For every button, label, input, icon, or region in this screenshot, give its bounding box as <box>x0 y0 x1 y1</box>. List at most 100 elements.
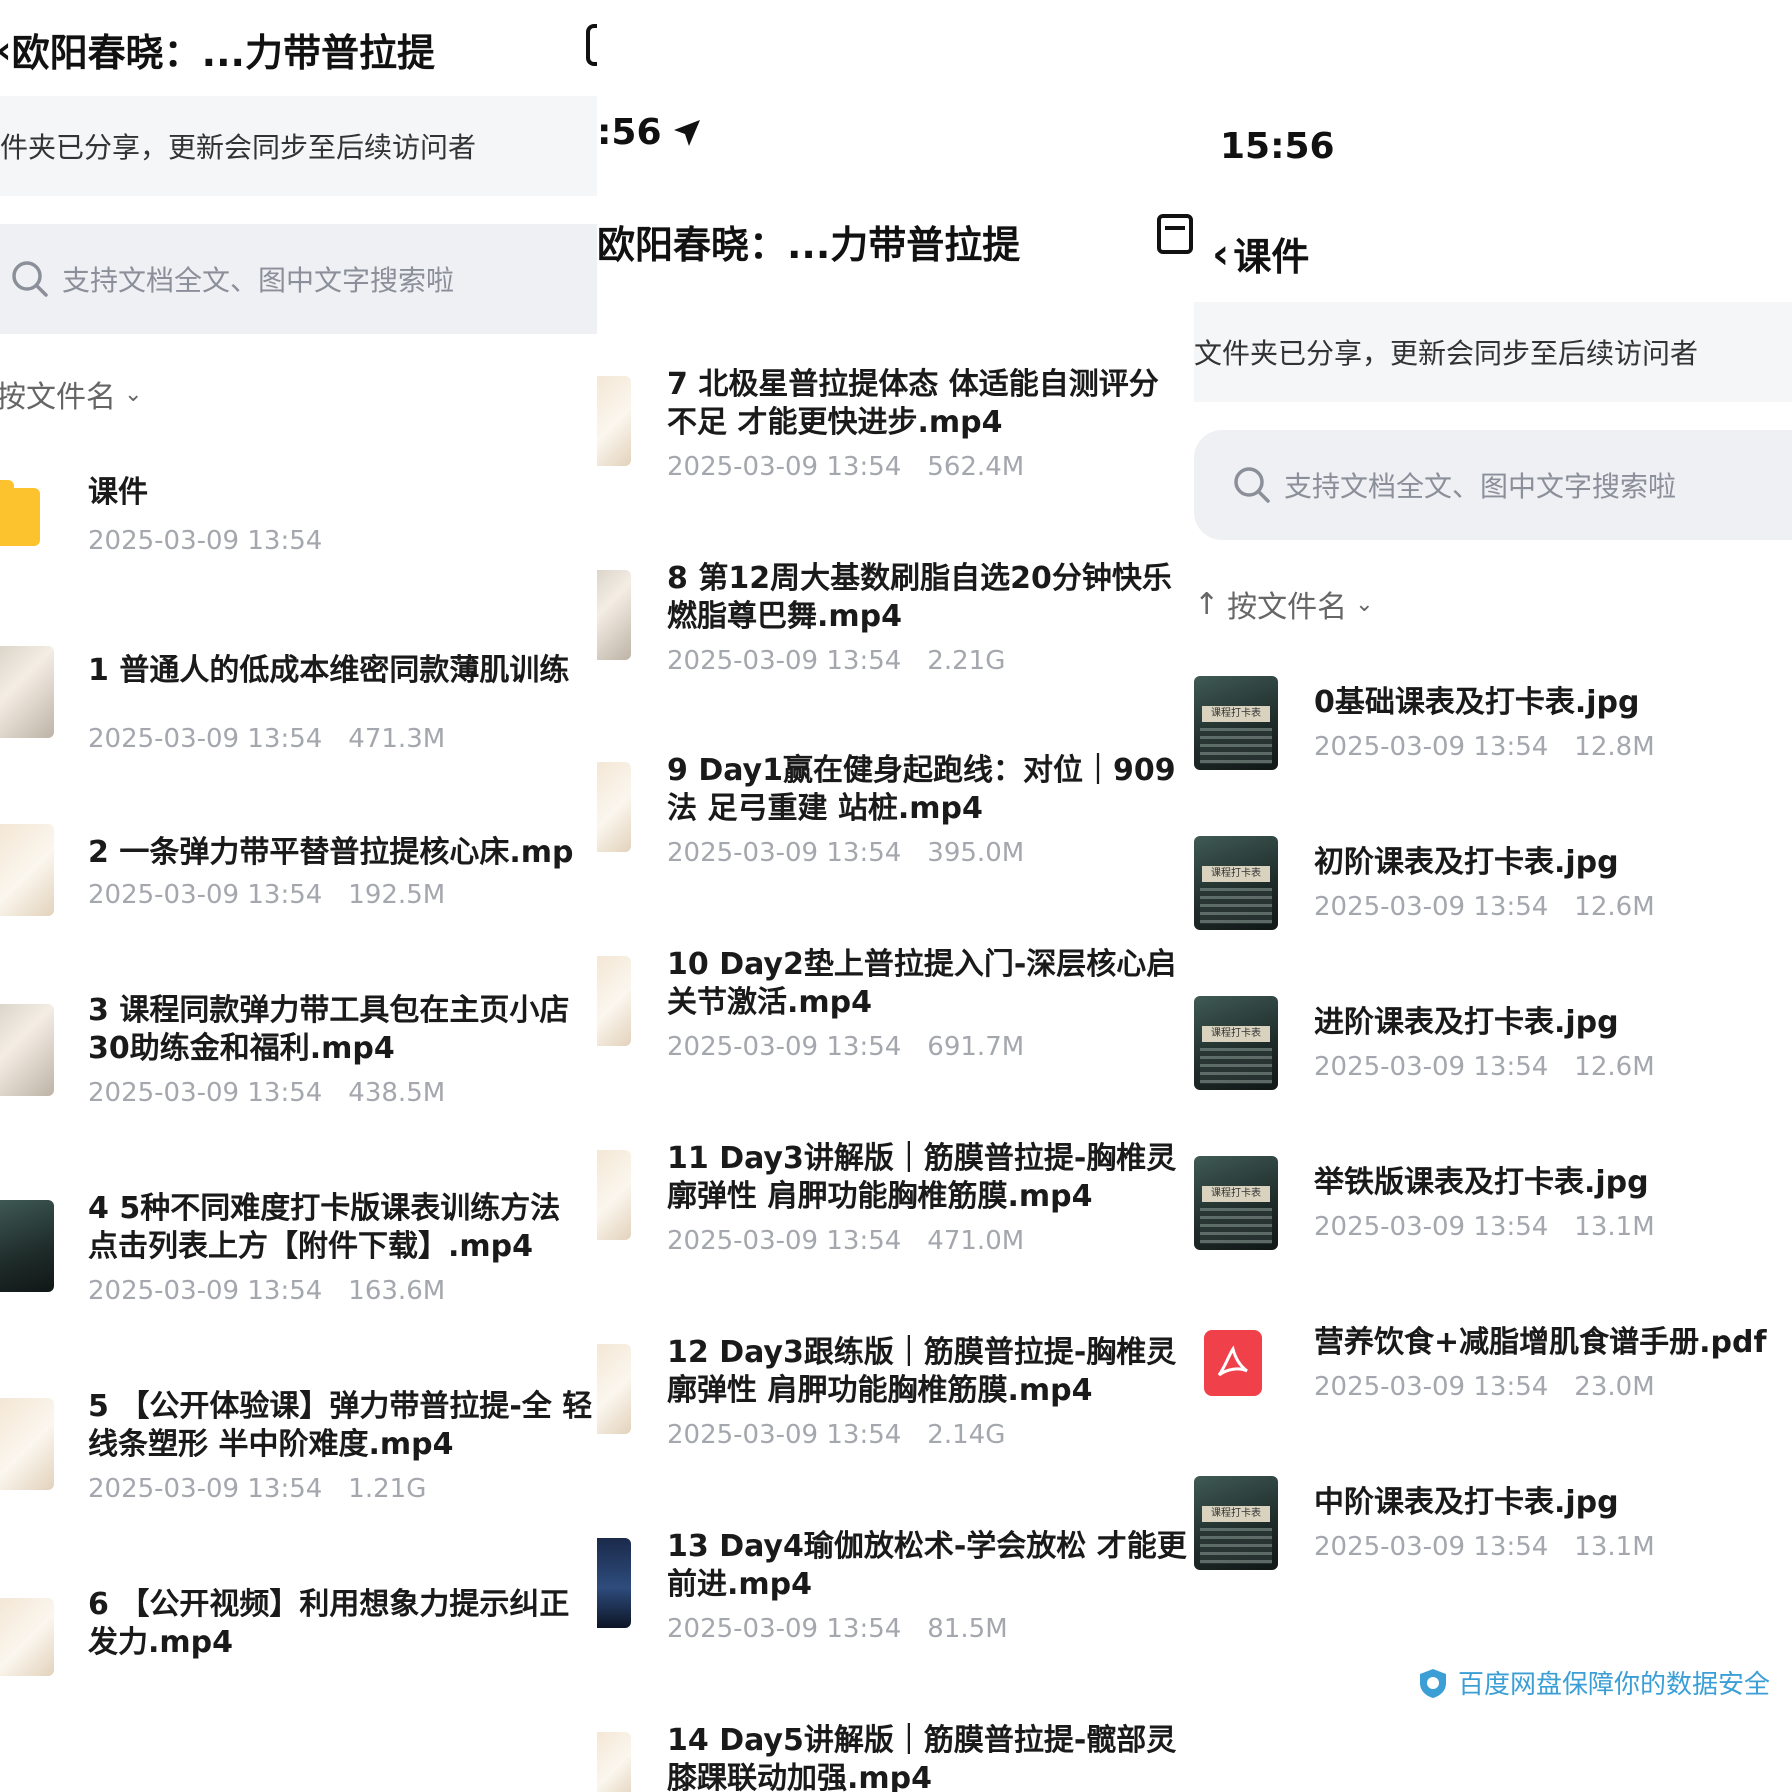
shared-notice-text: 件夹已分享，更新会同步至后续访问者 <box>0 131 477 164</box>
file-name: 1 普通人的低成本维密同款薄肌训练 <box>88 653 570 688</box>
list-item[interactable]: 14 Day5讲解版｜筋膜普拉提-髋部灵 膝踝联动加强.mp4 <box>667 1722 1194 1792</box>
video-thumbnail <box>597 956 631 1046</box>
security-footer: 百度网盘保障你的数据安全 <box>1418 1664 1770 1701</box>
share-box-icon[interactable] <box>586 24 597 66</box>
file-size: 163.6M <box>348 1276 446 1306</box>
shield-icon <box>1420 1668 1446 1698</box>
page-title: 欧阳春晓：...力带普拉提 <box>11 31 435 75</box>
file-date: 2025-03-09 13:54 <box>1314 1372 1549 1402</box>
video-thumbnail <box>597 1150 631 1240</box>
file-date: 2025-03-09 13:54 <box>667 646 902 676</box>
file-size: 395.0M <box>927 838 1025 868</box>
file-meta: 2025-03-09 13:54 2.21G <box>667 646 1194 676</box>
list-item[interactable]: 8 第12周大基数刷脂自选20分钟快乐 燃脂尊巴舞.mp4 2025-03-09… <box>667 560 1194 676</box>
file-meta: 2025-03-09 13:54 438.5M <box>88 1078 597 1108</box>
file-size: 691.7M <box>927 1032 1025 1062</box>
file-size: 23.0M <box>1574 1372 1655 1402</box>
file-size: 13.1M <box>1574 1532 1655 1562</box>
list-item[interactable]: 初阶课表及打卡表.jpg 2025-03-09 13:54 12.6M <box>1314 844 1792 922</box>
image-thumbnail: 课程打卡表 <box>1194 676 1278 770</box>
file-size: 192.5M <box>348 880 446 910</box>
file-meta: 2025-03-09 13:54 <box>88 526 588 556</box>
list-item[interactable]: 9 Day1赢在健身起跑线：对位｜909 法 足弓重建 站桩.mp4 2025-… <box>667 752 1194 868</box>
chevron-down-icon: ⌄ <box>1355 591 1374 617</box>
file-meta: 2025-03-09 13:54 81.5M <box>667 1614 1194 1644</box>
list-item[interactable]: 3 课程同款弹力带工具包在主页小店 30助练金和福利.mp4 2025-03-0… <box>88 992 597 1108</box>
list-item[interactable]: 2 一条弹力带平替普拉提核心床.mp 2025-03-09 13:54 192.5… <box>88 834 597 910</box>
file-name: 举铁版课表及打卡表.jpg <box>1314 1165 1649 1200</box>
thumbnail-caption: 课程打卡表 <box>1202 706 1270 722</box>
file-size: 471.0M <box>927 1226 1025 1256</box>
shared-notice: 文件夹已分享，更新会同步至后续访问者 <box>1194 302 1792 402</box>
image-thumbnail: 课程打卡表 <box>1194 996 1278 1090</box>
list-item[interactable]: 6 【公开视频】利用想象力提示纠正 发力.mp4 <box>88 1586 597 1662</box>
search-input[interactable]: 支持文档全文、图中文字搜索啦 <box>1194 430 1792 540</box>
file-name: 12 Day3跟练版｜筋膜普拉提-胸椎灵 廓弹性 肩胛功能胸椎筋膜.mp4 <box>667 1335 1177 1408</box>
search-input[interactable]: 支持文档全文、图中文字搜索啦 <box>0 224 597 334</box>
file-size: 12.6M <box>1574 1052 1655 1082</box>
video-thumbnail <box>0 646 54 738</box>
video-thumbnail <box>597 1732 631 1792</box>
pdf-icon <box>1204 1330 1262 1396</box>
video-thumbnail <box>597 762 631 852</box>
file-date: 2025-03-09 13:54 <box>1314 1052 1549 1082</box>
thumbnail-caption: 课程打卡表 <box>1202 866 1270 882</box>
file-size: 12.6M <box>1574 892 1655 922</box>
file-date: 2025-03-09 13:54 <box>88 1276 323 1306</box>
screenshot-collage: ‹ 欧阳春晓：...力带普拉提 件夹已分享，更新会同步至后续访问者 支持文档全文… <box>0 0 1792 1792</box>
search-placeholder: 支持文档全文、图中文字搜索啦 <box>62 264 455 297</box>
file-date: 2025-03-09 13:54 <box>1314 1212 1549 1242</box>
list-item[interactable]: 13 Day4瑜伽放松术-学会放松 才能更 前进.mp4 2025-03-09 … <box>667 1528 1194 1644</box>
list-item[interactable]: 中阶课表及打卡表.jpg 2025-03-09 13:54 13.1M <box>1314 1484 1792 1562</box>
file-meta: 2025-03-09 13:54 163.6M <box>88 1276 597 1306</box>
file-date: 2025-03-09 13:54 <box>1314 892 1549 922</box>
file-meta: 2025-03-09 13:54 23.0M <box>1314 1372 1792 1402</box>
file-name: 初阶课表及打卡表.jpg <box>1314 845 1619 880</box>
image-thumbnail: 课程打卡表 <box>1194 1156 1278 1250</box>
search-icon <box>12 261 48 297</box>
sort-control[interactable]: 按文件名 ⌄ <box>0 372 142 416</box>
file-name: 7 北极星普拉提体态 体适能自测评分 不足 才能更快进步.mp4 <box>667 367 1159 440</box>
file-name: 4 5种不同难度打卡版课表训练方法 点击列表上方【附件下载】.mp4 <box>88 1191 561 1264</box>
file-name: 13 Day4瑜伽放松术-学会放松 才能更 前进.mp4 <box>667 1529 1187 1602</box>
list-item[interactable]: 0基础课表及打卡表.jpg 2025-03-09 13:54 12.8M <box>1314 684 1792 762</box>
share-box-icon[interactable] <box>1157 214 1193 254</box>
file-name: 10 Day2垫上普拉提入门-深层核心启 关节激活.mp4 <box>667 947 1177 1020</box>
file-name: 中阶课表及打卡表.jpg <box>1314 1485 1619 1520</box>
thumbnail-caption: 课程打卡表 <box>1202 1186 1270 1202</box>
file-date: 2025-03-09 13:54 <box>667 838 902 868</box>
list-item[interactable]: 营养饮食+减脂增肌食谱手册.pdf 2025-03-09 13:54 23.0M <box>1314 1324 1792 1402</box>
list-item[interactable]: 11 Day3讲解版｜筋膜普拉提-胸椎灵 廓弹性 肩胛功能胸椎筋膜.mp4 20… <box>667 1140 1194 1256</box>
thumbnail-caption: 课程打卡表 <box>1202 1506 1270 1522</box>
list-item[interactable]: 10 Day2垫上普拉提入门-深层核心启 关节激活.mp4 2025-03-09… <box>667 946 1194 1062</box>
list-item[interactable]: 课件 2025-03-09 13:54 <box>88 474 588 556</box>
file-meta: 2025-03-09 13:54 2.14G <box>667 1420 1194 1450</box>
file-meta: 2025-03-09 13:54 1.21G <box>88 1474 597 1504</box>
back-chevron-icon[interactable]: ‹ <box>1212 229 1229 278</box>
list-item[interactable]: 5 【公开体验课】弹力带普拉提-全 轻线条塑形 半中阶难度.mp4 2025-0… <box>88 1388 597 1504</box>
file-name: 11 Day3讲解版｜筋膜普拉提-胸椎灵 廓弹性 肩胛功能胸椎筋膜.mp4 <box>667 1141 1177 1214</box>
status-time: :56 <box>597 112 662 153</box>
file-date: 2025-03-09 13:54 <box>667 1420 902 1450</box>
header: ‹ 欧阳春晓：...力带普拉提 <box>0 22 435 77</box>
sort-direction-icon: ↑ <box>1194 586 1220 622</box>
list-item[interactable]: 1 普通人的低成本维密同款薄肌训练 2025-03-09 13:54 471.3M <box>88 652 597 754</box>
file-name: 课件 <box>88 475 148 510</box>
file-size: 12.8M <box>1574 732 1655 762</box>
back-chevron-icon[interactable]: ‹ <box>0 28 12 72</box>
sort-label: 按文件名 <box>0 380 116 415</box>
file-date: 2025-03-09 13:54 <box>667 1032 902 1062</box>
panel-1: ‹ 欧阳春晓：...力带普拉提 件夹已分享，更新会同步至后续访问者 支持文档全文… <box>0 0 597 1792</box>
file-date: 2025-03-09 13:54 <box>88 724 323 754</box>
list-item[interactable]: 12 Day3跟练版｜筋膜普拉提-胸椎灵 廓弹性 肩胛功能胸椎筋膜.mp4 20… <box>667 1334 1194 1450</box>
file-date: 2025-03-09 13:54 <box>667 452 902 482</box>
list-item[interactable]: 4 5种不同难度打卡版课表训练方法 点击列表上方【附件下载】.mp4 2025-… <box>88 1190 597 1306</box>
file-date: 2025-03-09 13:54 <box>88 1474 323 1504</box>
page-title: 课件 <box>1233 235 1310 279</box>
list-item[interactable]: 7 北极星普拉提体态 体适能自测评分 不足 才能更快进步.mp4 2025-03… <box>667 366 1194 482</box>
location-arrow-icon <box>673 119 700 146</box>
list-item[interactable]: 进阶课表及打卡表.jpg 2025-03-09 13:54 12.6M <box>1314 1004 1792 1082</box>
sort-control[interactable]: ↑ 按文件名 ⌄ <box>1194 582 1374 626</box>
list-item[interactable]: 举铁版课表及打卡表.jpg 2025-03-09 13:54 13.1M <box>1314 1164 1792 1242</box>
file-name: 进阶课表及打卡表.jpg <box>1314 1005 1619 1040</box>
